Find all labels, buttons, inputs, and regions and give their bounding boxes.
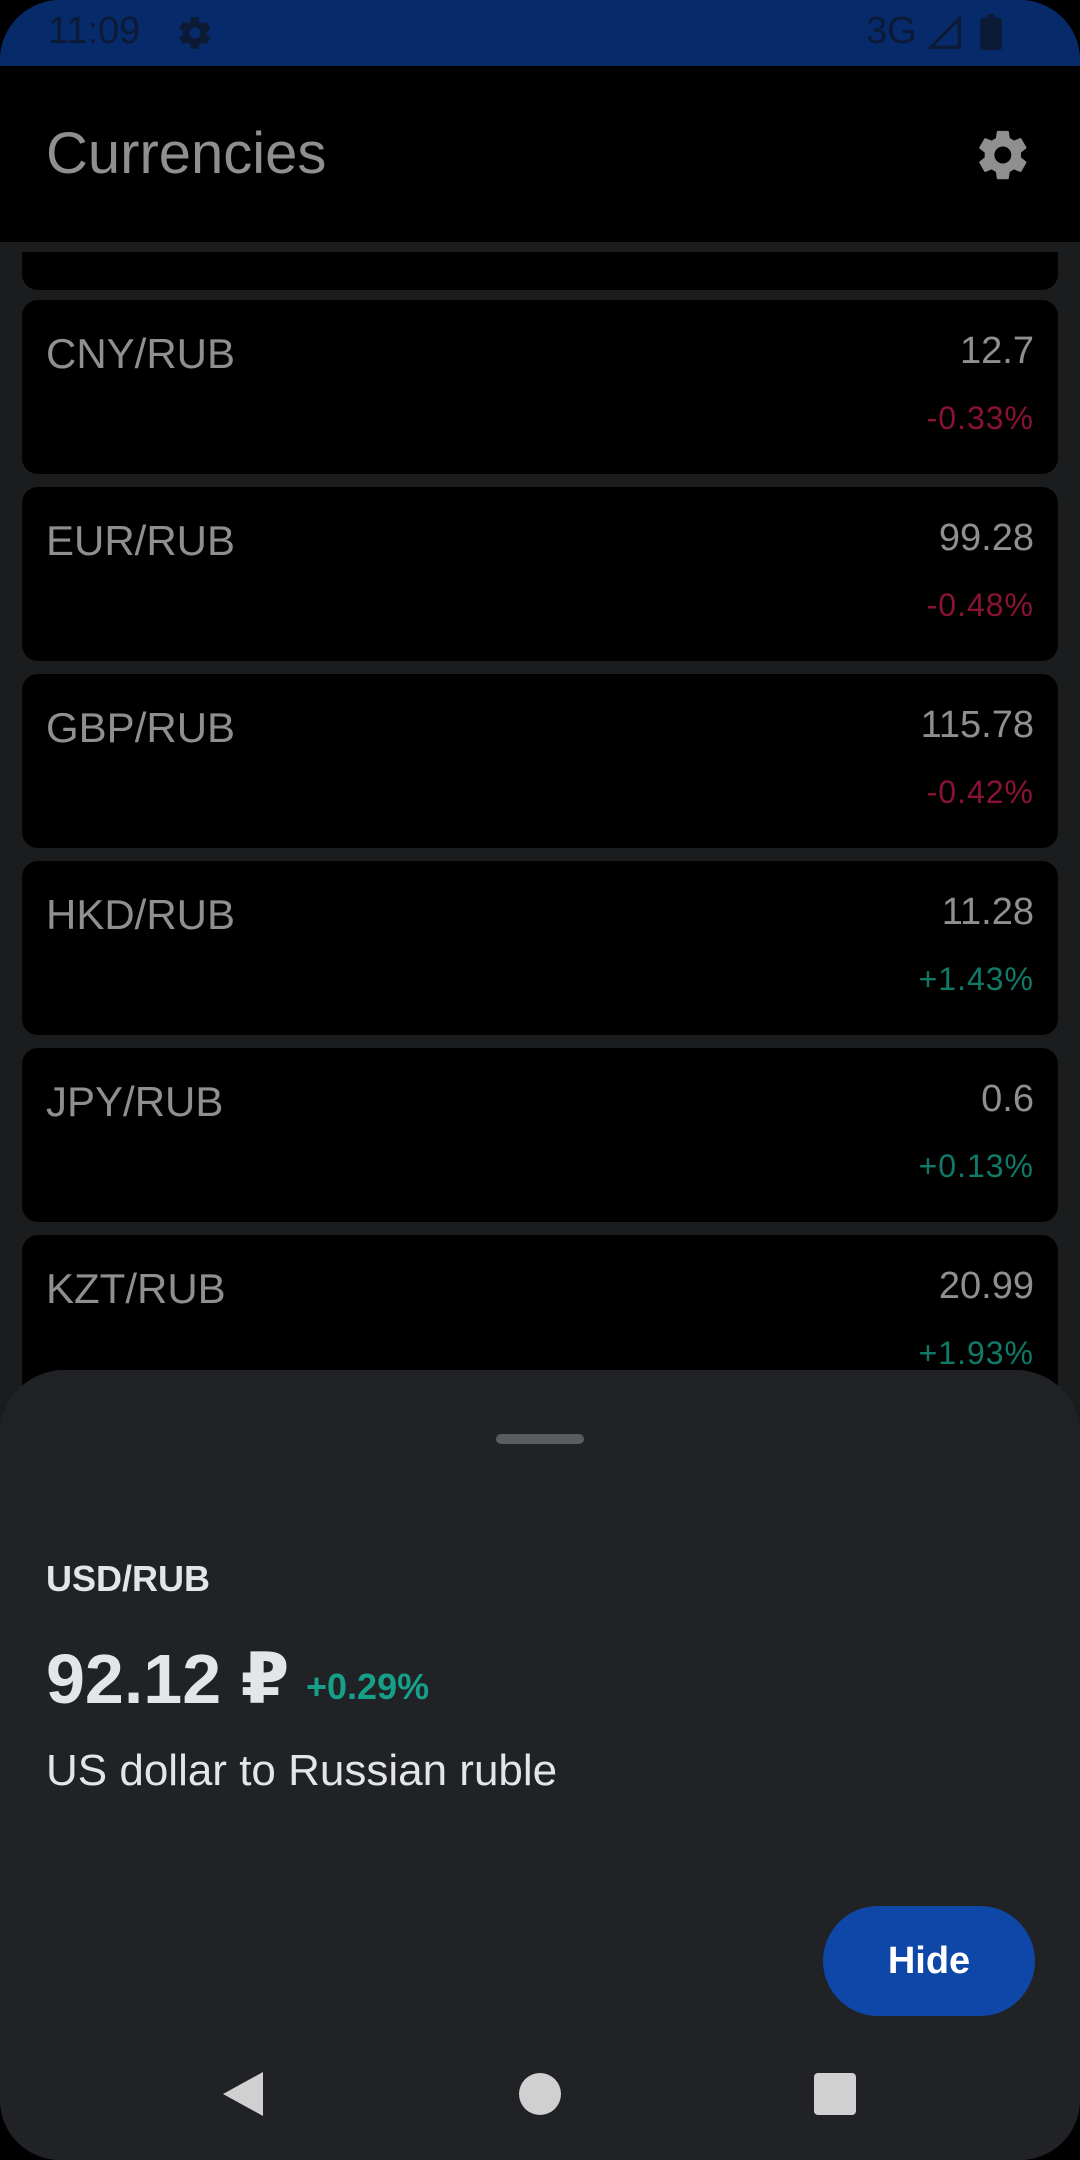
drag-handle[interactable] — [496, 1434, 584, 1444]
signal-icon — [926, 14, 961, 49]
currency-value: 11.28 — [941, 891, 1034, 933]
sheet-change: +0.29% — [306, 1666, 430, 1707]
page-title: Currencies — [46, 121, 327, 186]
currency-change: +1.43% — [918, 961, 1034, 997]
sheet-currency-pair: USD/RUB — [46, 1558, 211, 1599]
status-time: 11:09 — [48, 10, 141, 52]
currency-pair: GBP/RUB — [46, 704, 236, 751]
currency-card-partial[interactable] — [22, 252, 1058, 290]
home-icon[interactable] — [519, 2073, 561, 2115]
hide-button[interactable]: Hide — [823, 1906, 1035, 2016]
currency-card[interactable]: CNY/RUB 12.7 -0.33% — [22, 300, 1058, 474]
currency-card[interactable]: HKD/RUB 11.28 +1.43% — [22, 861, 1058, 1035]
status-bar: 11:09 3G — [0, 0, 1080, 66]
currency-pair: CNY/RUB — [46, 330, 236, 377]
gear-icon — [179, 17, 211, 49]
currency-pair: JPY/RUB — [46, 1078, 224, 1125]
currency-card[interactable]: GBP/RUB 115.78 -0.42% — [22, 674, 1058, 848]
currency-value: 20.99 — [938, 1265, 1034, 1307]
sheet-rate: 92.12 ₽ — [46, 1640, 290, 1718]
currency-value: 12.7 — [960, 330, 1034, 372]
sheet-description: US dollar to Russian ruble — [46, 1746, 558, 1795]
recents-icon[interactable] — [814, 2073, 856, 2115]
settings-gear-icon[interactable] — [974, 126, 1032, 184]
currency-change: -0.48% — [926, 587, 1034, 623]
currency-value: 99.28 — [938, 517, 1034, 559]
back-icon[interactable] — [222, 2072, 264, 2116]
battery-icon — [980, 14, 1002, 50]
currency-change: +0.13% — [918, 1148, 1034, 1184]
currency-pair: KZT/RUB — [46, 1265, 226, 1312]
currency-change: -0.42% — [926, 774, 1034, 810]
currency-value: 115.78 — [920, 704, 1034, 746]
currency-value: 0.6 — [981, 1078, 1034, 1120]
network-type: 3G — [866, 10, 917, 52]
currency-card[interactable]: JPY/RUB 0.6 +0.13% — [22, 1048, 1058, 1222]
navigation-bar — [0, 2030, 1080, 2160]
currency-pair: HKD/RUB — [46, 891, 236, 938]
app-bar: Currencies — [0, 66, 1080, 242]
currency-card[interactable]: EUR/RUB 99.28 -0.48% — [22, 487, 1058, 661]
screen: 11:09 3G Currencies CNY/RUB 12.7 -0.33% … — [0, 0, 1080, 2160]
currency-change: +1.93% — [918, 1335, 1034, 1371]
currency-pair: EUR/RUB — [46, 517, 236, 564]
currency-change: -0.33% — [926, 400, 1034, 436]
